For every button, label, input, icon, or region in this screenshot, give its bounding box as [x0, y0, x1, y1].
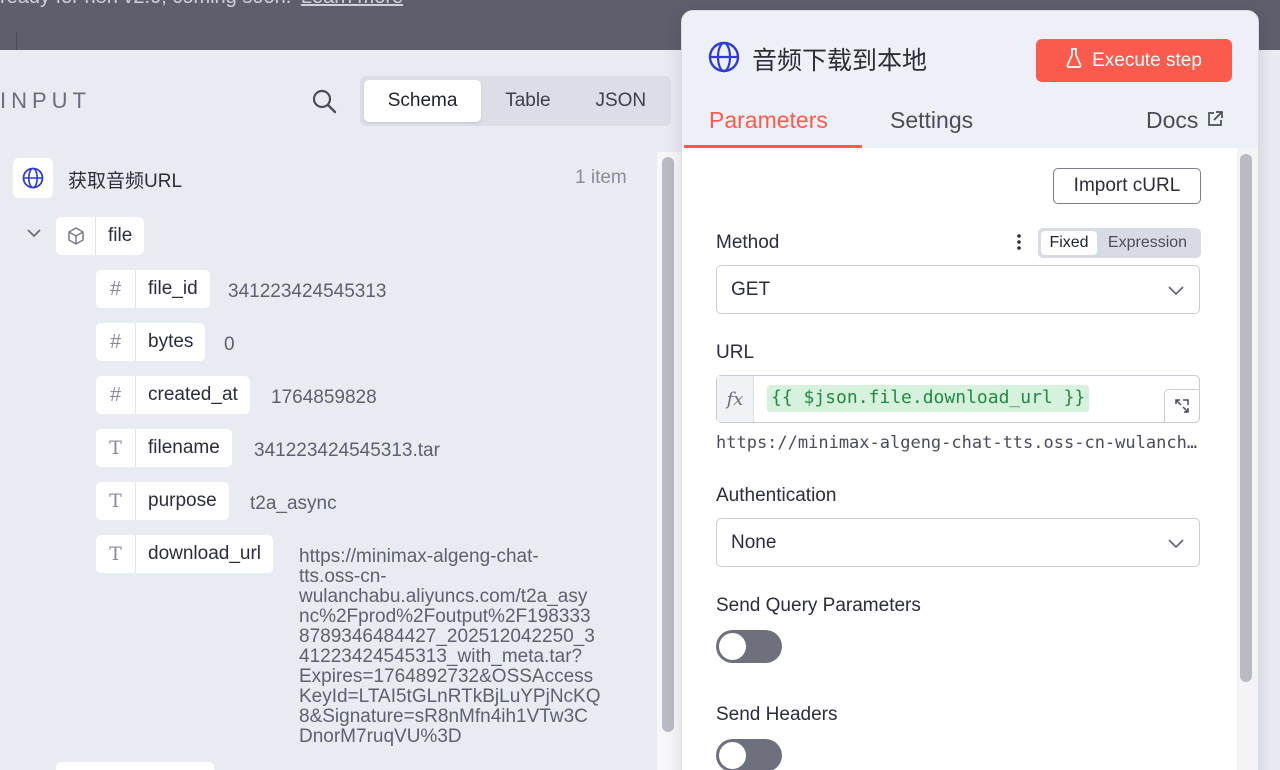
url-line: Expires=1764892732&OSSAccess	[299, 666, 594, 687]
mode-expression[interactable]: Expression	[1097, 231, 1198, 255]
url-resolved-preview: https://minimax-algeng-chat-tts.oss-cn-w…	[716, 433, 1200, 453]
send-headers-label: Send Headers	[716, 704, 838, 725]
field-value: 1764859828	[271, 387, 377, 408]
field-pill-file-id[interactable]: # file_id	[96, 270, 210, 308]
number-type-icon: #	[96, 323, 136, 361]
chevron-down-icon	[1167, 281, 1185, 299]
field-pill-download-url[interactable]: T download_url	[96, 535, 274, 573]
url-label: URL	[716, 342, 755, 363]
expand-editor-icon[interactable]	[1164, 389, 1200, 423]
banner-text: ready for n8n v2.0, coming soon.	[0, 0, 291, 8]
active-tab-indicator	[684, 145, 862, 148]
banner-learn-more-link[interactable]: Learn more	[301, 0, 403, 8]
field-name: created_at	[148, 384, 238, 405]
url-line: KeyId=LTAI5tGLnRTkBjLuYPjNcKQ	[299, 686, 601, 707]
field-pill-created-at[interactable]: # created_at	[96, 376, 250, 414]
search-icon[interactable]	[310, 87, 338, 115]
input-panel-title: INPUT	[0, 88, 91, 113]
execute-step-label: Execute step	[1092, 49, 1202, 71]
item-count: 1 item	[575, 167, 627, 188]
tab-parameters[interactable]: Parameters	[709, 107, 828, 134]
field-value: 341223424545313	[228, 281, 387, 302]
field-name: purpose	[148, 490, 217, 511]
view-table-tab[interactable]: Table	[483, 80, 572, 122]
authentication-value: None	[731, 531, 777, 553]
send-query-toggle[interactable]	[716, 630, 782, 663]
number-type-icon: #	[96, 270, 136, 308]
field-name: file_id	[148, 278, 198, 299]
next-field-pill[interactable]	[56, 762, 214, 770]
chevron-down-icon	[1167, 534, 1185, 552]
node-parameters-panel: 音频下载到本地 Execute step Parameters Settings…	[681, 10, 1259, 770]
method-value: GET	[731, 278, 771, 300]
docs-link[interactable]: Docs	[1146, 107, 1224, 134]
docs-label: Docs	[1146, 107, 1199, 133]
mode-fixed[interactable]: Fixed	[1041, 231, 1097, 255]
text-type-icon: T	[96, 482, 136, 520]
url-line: nc%2Fprod%2Foutput%2F198333	[299, 606, 591, 627]
download-url-value: https://minimax-algeng-chat- tts.oss-cn-…	[299, 547, 631, 747]
field-name: bytes	[148, 331, 194, 352]
url-line: tts.oss-cn-	[299, 566, 387, 587]
cube-icon	[56, 217, 96, 255]
field-pill-bytes[interactable]: # bytes	[96, 323, 206, 361]
url-line: 8789346484427_202512042250_3	[299, 626, 595, 647]
url-expression-input[interactable]: fx {{ $json.file.download_url }}	[716, 375, 1200, 423]
toggle-knob	[719, 633, 746, 660]
source-node-name: 获取音频URL	[68, 171, 183, 192]
method-select[interactable]: GET	[716, 265, 1200, 314]
node-globe-icon	[13, 158, 53, 198]
import-curl-button[interactable]: Import cURL	[1053, 168, 1201, 204]
flask-icon	[1066, 47, 1082, 74]
more-options-icon[interactable]	[1014, 232, 1024, 252]
authentication-select[interactable]: None	[716, 518, 1200, 567]
field-pill-filename[interactable]: T filename	[96, 429, 232, 467]
toggle-knob	[719, 742, 746, 769]
object-name: file	[108, 225, 133, 246]
method-label: Method	[716, 232, 780, 253]
url-line: 41223424545313_with_meta.tar?	[299, 646, 583, 667]
object-pill-file[interactable]: file	[56, 217, 145, 255]
field-name: filename	[148, 437, 220, 458]
execute-step-button[interactable]: Execute step	[1036, 39, 1232, 82]
field-value: 341223424545313.tar	[254, 440, 440, 461]
field-value: 0	[224, 334, 235, 355]
banner-message: ready for n8n v2.0, coming soon. Learn m…	[0, 0, 403, 9]
send-headers-toggle[interactable]	[716, 739, 782, 770]
send-query-label: Send Query Parameters	[716, 595, 921, 616]
banner-divider	[16, 32, 17, 50]
text-type-icon: T	[96, 429, 136, 467]
panel-header: 音频下载到本地 Execute step Parameters Settings…	[682, 11, 1258, 148]
external-link-icon	[1206, 107, 1224, 134]
view-mode-toggle: Schema Table JSON	[360, 76, 671, 126]
url-expression: {{ $json.file.download_url }}	[767, 385, 1090, 412]
globe-icon	[708, 41, 740, 73]
field-name: download_url	[148, 543, 262, 564]
view-schema-tab[interactable]: Schema	[364, 80, 482, 122]
input-scrollbar[interactable]	[662, 157, 674, 732]
authentication-label: Authentication	[716, 485, 837, 506]
node-title[interactable]: 音频下载到本地	[752, 41, 927, 77]
text-type-icon: T	[96, 535, 136, 573]
field-pill-purpose[interactable]: T purpose	[96, 482, 229, 520]
fixed-expression-toggle: Fixed Expression	[1038, 228, 1201, 258]
fx-icon: fx	[717, 376, 754, 422]
url-line: 8&Signature=sR8nMfn4ih1VTw3C	[299, 706, 588, 727]
number-type-icon: #	[96, 376, 136, 414]
view-json-tab[interactable]: JSON	[575, 80, 667, 122]
url-line: DnorM7ruqVU%3D	[299, 726, 462, 747]
chevron-down-icon[interactable]	[26, 225, 42, 246]
url-line: https://minimax-algeng-chat-	[299, 546, 539, 567]
panel-scrollbar[interactable]	[1240, 154, 1252, 682]
url-line: wulanchabu.aliyuncs.com/t2a_asy	[299, 586, 588, 607]
field-value: t2a_async	[250, 493, 337, 514]
tab-settings[interactable]: Settings	[890, 107, 973, 134]
